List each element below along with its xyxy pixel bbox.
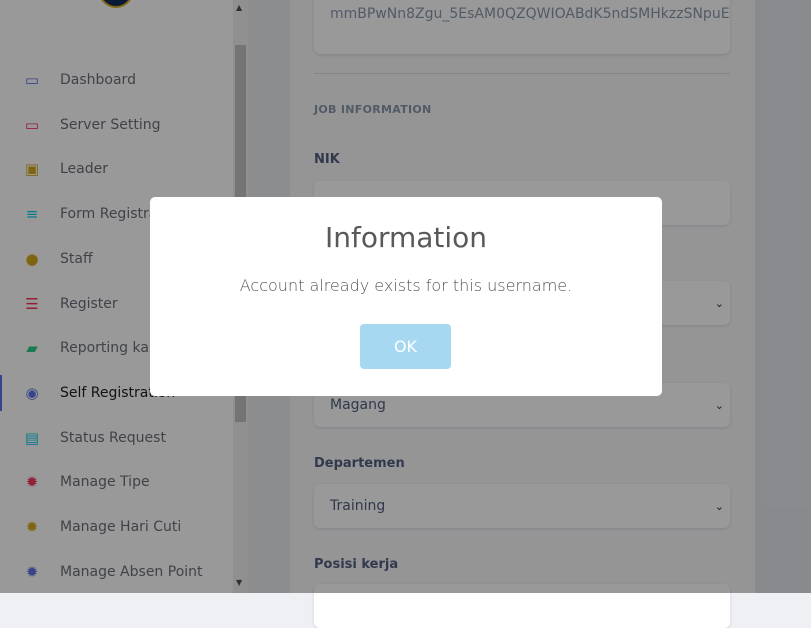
dialog-message: Account already exists for this username… [239,276,573,295]
dialog-title: Information [324,221,488,254]
information-dialog: Information Account already exists for t… [150,197,662,396]
ok-button[interactable]: OK [360,324,451,369]
